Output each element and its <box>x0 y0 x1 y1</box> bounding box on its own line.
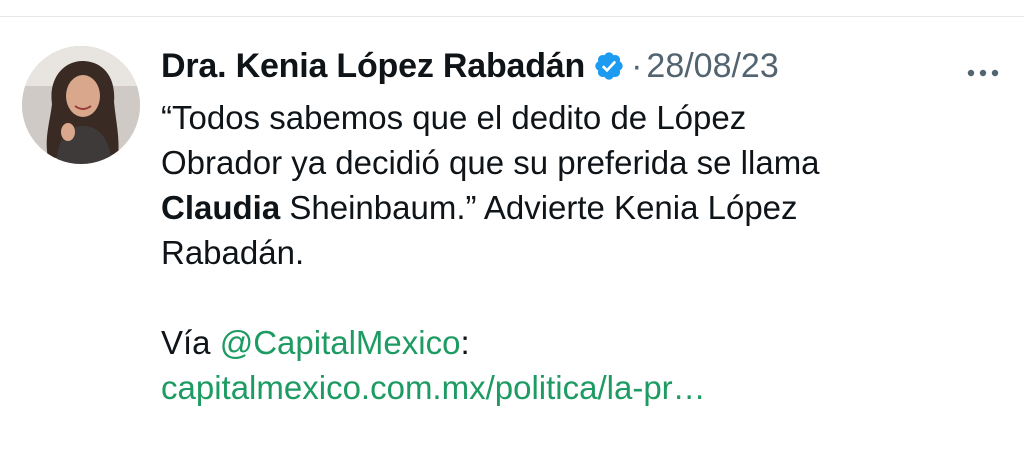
via-line: Vía @CapitalMexico: <box>161 320 991 365</box>
bold-text: Claudia <box>161 189 281 226</box>
tweet-text-line: Claudia Sheinbaum.” Advierte Kenia López <box>161 185 991 230</box>
mention-link[interactable]: @CapitalMexico <box>220 324 461 361</box>
url-link[interactable]: capitalmexico.com.mx/politica/la-pr… <box>161 365 991 410</box>
more-horizontal-icon <box>967 69 999 77</box>
tweet-content: Dra. Kenia López Rabadán · 28/08/23 “Tod… <box>161 43 981 410</box>
via-prefix: Vía <box>161 324 220 361</box>
more-button[interactable] <box>963 53 1003 93</box>
avatar[interactable] <box>22 46 140 164</box>
verified-badge-icon <box>593 50 625 82</box>
tweet-header: Dra. Kenia López Rabadán · 28/08/23 <box>161 43 981 89</box>
tweet-text: “Todos sabemos que el dedito de López Ob… <box>161 95 991 410</box>
tweet-text-line: Rabadán. <box>161 234 305 271</box>
tweet-text-line: “Todos sabemos que el dedito de López <box>161 99 747 136</box>
author-name[interactable]: Dra. Kenia López Rabadán <box>161 47 585 86</box>
tweet-text-line: Obrador ya decidió que su preferida se l… <box>161 144 820 181</box>
timestamp[interactable]: 28/08/23 <box>646 47 778 86</box>
separator-dot: · <box>631 46 643 85</box>
tweet-text-fragment: Sheinbaum.” Advierte Kenia López <box>280 189 798 226</box>
via-suffix: : <box>460 324 470 361</box>
tweet[interactable]: Dra. Kenia López Rabadán · 28/08/23 “Tod… <box>0 17 1024 468</box>
avatar-photo <box>22 46 140 164</box>
